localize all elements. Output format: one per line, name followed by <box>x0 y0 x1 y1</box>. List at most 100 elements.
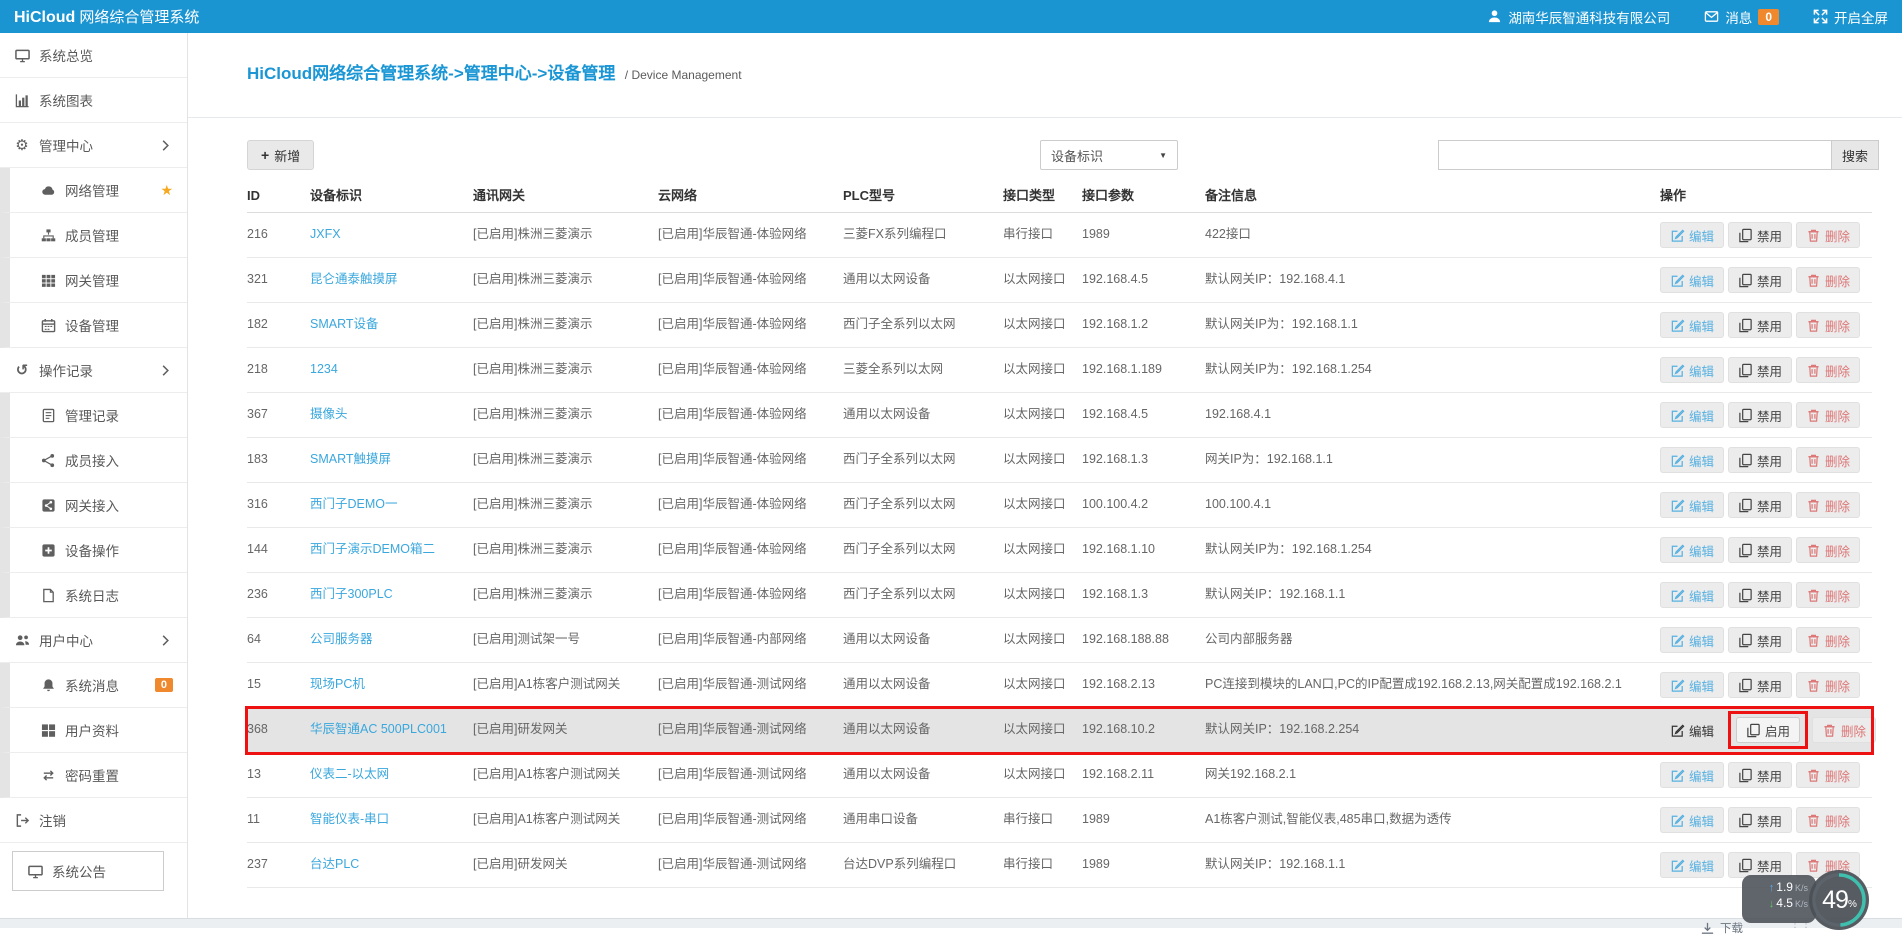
row-actions: 编辑禁用删除 <box>1660 537 1870 563</box>
sidebar-item-system-charts[interactable]: 系统图表 <box>0 78 187 123</box>
cell-note: 默认网关IP为：192.168.1.254 <box>1205 542 1660 558</box>
delete-button[interactable]: 删除 <box>1796 807 1860 833</box>
edit-button[interactable]: 编辑 <box>1660 267 1724 293</box>
sidebar-item-system-messages[interactable]: 系统消息0 <box>0 663 187 708</box>
delete-button[interactable]: 删除 <box>1796 492 1860 518</box>
filter-field-select[interactable]: 设备标识 ▼ <box>1040 140 1178 170</box>
edit-button[interactable]: 编辑 <box>1660 717 1724 743</box>
cell-network: [已启用]华辰智通-测试网络 <box>658 767 843 783</box>
download-item[interactable]: 下载 <box>1700 920 1743 936</box>
edit-button[interactable]: 编辑 <box>1660 357 1724 383</box>
sidebar-item-device-mgmt[interactable]: 设备管理 <box>0 303 187 348</box>
device-name-link[interactable]: 现场PC机 <box>310 677 365 691</box>
disable-button[interactable]: 禁用 <box>1728 627 1792 653</box>
edit-button[interactable]: 编辑 <box>1660 582 1724 608</box>
device-table: ID设备标识通讯网关云网络PLC型号接口类型接口参数备注信息操作216JXFX[… <box>247 180 1872 888</box>
sidebar-item-admin-records[interactable]: 管理记录 <box>0 393 187 438</box>
disable-button[interactable]: 禁用 <box>1728 357 1792 383</box>
add-device-button[interactable]: + 新增 <box>247 140 314 170</box>
disable-button[interactable]: 禁用 <box>1728 312 1792 338</box>
device-name-link[interactable]: 公司服务器 <box>310 632 373 646</box>
search-button[interactable]: 搜索 <box>1831 140 1879 170</box>
disable-button[interactable]: 禁用 <box>1728 762 1792 788</box>
sidebar-item-operation-log[interactable]: ↺操作记录 <box>0 348 187 393</box>
disable-button[interactable]: 禁用 <box>1728 807 1792 833</box>
device-name-link[interactable]: 西门子演示DEMO箱二 <box>310 542 435 556</box>
messages-button[interactable]: 消息 0 <box>1704 7 1779 27</box>
disable-button[interactable]: 禁用 <box>1728 537 1792 563</box>
delete-button[interactable]: 删除 <box>1796 267 1860 293</box>
delete-button[interactable]: 删除 <box>1796 762 1860 788</box>
calendar-icon <box>40 318 56 333</box>
system-load-gauge[interactable]: 49 % <box>1809 870 1869 930</box>
delete-button[interactable]: 删除 <box>1812 717 1876 743</box>
device-name-link[interactable]: 西门子DEMO一 <box>310 497 398 511</box>
sidebar-item-gateway-mgmt[interactable]: 网关管理 <box>0 258 187 303</box>
sidebar-item-label: 网关管理 <box>65 270 119 290</box>
sidebar-item-system-overview[interactable]: 系统总览 <box>0 33 187 78</box>
device-name-link[interactable]: 1234 <box>310 362 338 376</box>
delete-button[interactable]: 删除 <box>1796 222 1860 248</box>
device-name-link[interactable]: SMART触摸屏 <box>310 452 391 466</box>
edit-button[interactable]: 编辑 <box>1660 627 1724 653</box>
sidebar-item-device-operation[interactable]: 设备操作 <box>0 528 187 573</box>
device-name-link[interactable]: 华辰智通AC 500PLC001 <box>310 722 447 736</box>
sidebar-item-label: 注销 <box>39 810 66 830</box>
fullscreen-button[interactable]: 开启全屏 <box>1813 7 1888 27</box>
delete-button[interactable]: 删除 <box>1796 627 1860 653</box>
delete-button[interactable]: 删除 <box>1796 447 1860 473</box>
enable-button[interactable]: 启用 <box>1736 717 1800 743</box>
device-name-link[interactable]: 台达PLC <box>310 857 359 871</box>
edit-button[interactable]: 编辑 <box>1660 312 1724 338</box>
row-actions: 编辑禁用删除 <box>1660 762 1870 788</box>
sidebar-item-user-profile[interactable]: 用户资料 <box>0 708 187 753</box>
delete-button[interactable]: 删除 <box>1796 312 1860 338</box>
edit-button[interactable]: 编辑 <box>1660 807 1724 833</box>
sidebar-item-logout[interactable]: 注销 <box>0 798 187 843</box>
delete-button[interactable]: 删除 <box>1796 357 1860 383</box>
sidebar-item-system-bulletin[interactable]: 系统公告 <box>12 851 164 891</box>
delete-button[interactable]: 删除 <box>1796 672 1860 698</box>
disable-button[interactable]: 禁用 <box>1728 402 1792 428</box>
sidebar-item-user-center[interactable]: 用户中心 <box>0 618 187 663</box>
disable-button[interactable]: 禁用 <box>1728 447 1792 473</box>
edit-button[interactable]: 编辑 <box>1660 447 1724 473</box>
disable-button[interactable]: 禁用 <box>1728 582 1792 608</box>
device-name-link[interactable]: JXFX <box>310 227 341 241</box>
device-name-link[interactable]: SMART设备 <box>310 317 379 331</box>
search-input[interactable] <box>1438 140 1831 170</box>
gears-icon: ⚙ <box>14 138 30 153</box>
device-name-link[interactable]: 昆仑通泰触摸屏 <box>310 272 398 286</box>
sidebar-item-admin-center[interactable]: ⚙管理中心 <box>0 123 187 168</box>
edit-button[interactable]: 编辑 <box>1660 222 1724 248</box>
device-name-link[interactable]: 智能仪表-串口 <box>310 812 389 826</box>
gauge-percent-unit: % <box>1848 899 1856 910</box>
disable-button[interactable]: 禁用 <box>1728 267 1792 293</box>
sidebar-item-member-mgmt[interactable]: 成员管理 <box>0 213 187 258</box>
sidebar-item-gateway-access[interactable]: 网关接入 <box>0 483 187 528</box>
edit-button[interactable]: 编辑 <box>1660 762 1724 788</box>
device-name-link[interactable]: 摄像头 <box>310 407 348 421</box>
edit-button[interactable]: 编辑 <box>1660 672 1724 698</box>
trash-icon <box>1806 318 1821 333</box>
delete-button[interactable]: 删除 <box>1796 402 1860 428</box>
sidebar-item-system-log[interactable]: 系统日志 <box>0 573 187 618</box>
disable-button[interactable]: 禁用 <box>1728 492 1792 518</box>
cell-note: 公司内部服务器 <box>1205 632 1660 648</box>
edit-button[interactable]: 编辑 <box>1660 492 1724 518</box>
company-account[interactable]: 湖南华辰智通科技有限公司 <box>1487 7 1670 27</box>
device-name-link[interactable]: 西门子300PLC <box>310 587 393 601</box>
sidebar-item-network-mgmt[interactable]: 网络管理★ <box>0 168 187 213</box>
disable-button[interactable]: 禁用 <box>1728 672 1792 698</box>
sidebar-item-member-access[interactable]: 成员接入 <box>0 438 187 483</box>
edit-button[interactable]: 编辑 <box>1660 402 1724 428</box>
delete-button[interactable]: 删除 <box>1796 582 1860 608</box>
edit-button[interactable]: 编辑 <box>1660 537 1724 563</box>
sidebar-item-password-reset[interactable]: 密码重置 <box>0 753 187 798</box>
table-row: 64公司服务器[已启用]测试架一号[已启用]华辰智通-内部网络通用以太网设备以太… <box>247 618 1872 663</box>
delete-button[interactable]: 删除 <box>1796 537 1860 563</box>
device-name-link[interactable]: 仪表二-以太网 <box>310 767 389 781</box>
files-icon <box>1738 273 1753 288</box>
edit-button[interactable]: 编辑 <box>1660 852 1724 878</box>
disable-button[interactable]: 禁用 <box>1728 222 1792 248</box>
